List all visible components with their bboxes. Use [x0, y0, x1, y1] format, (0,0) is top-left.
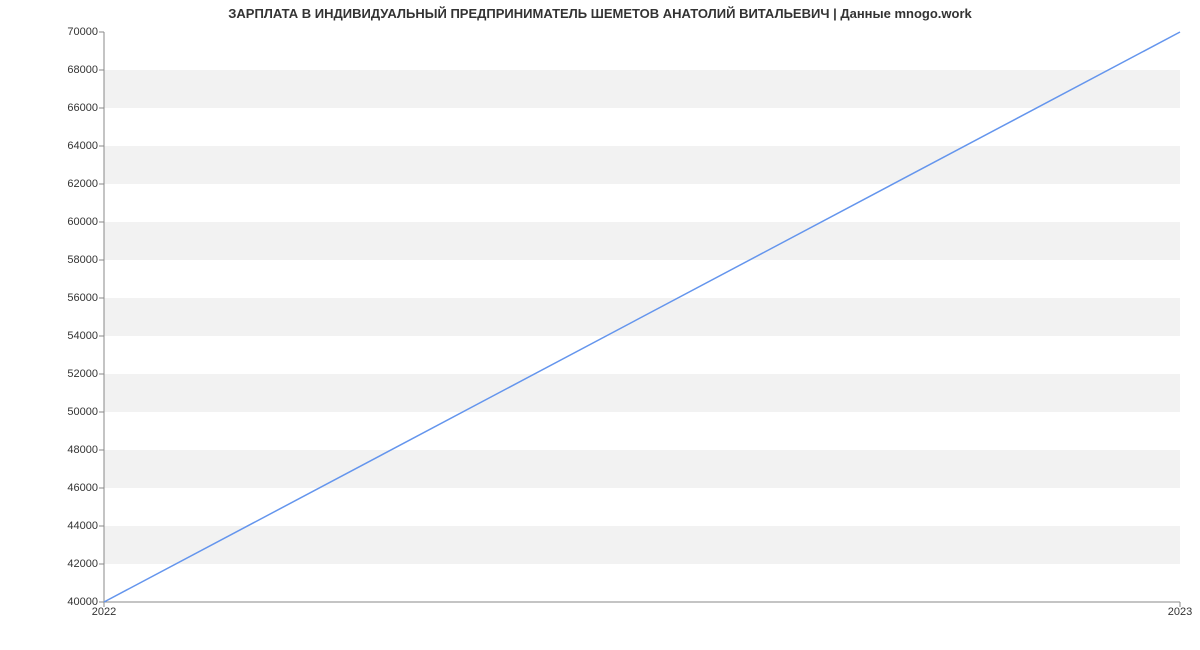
y-tick-label: 60000 [8, 216, 98, 228]
x-tick-label: 2022 [92, 606, 116, 618]
y-tick-label: 42000 [8, 558, 98, 570]
y-tick-label: 56000 [8, 292, 98, 304]
y-tick-label: 40000 [8, 596, 98, 608]
chart-svg [98, 31, 1186, 609]
y-tick-label: 54000 [8, 330, 98, 342]
plot-area [104, 32, 1180, 602]
y-tick-label: 68000 [8, 64, 98, 76]
y-tick-label: 44000 [8, 520, 98, 532]
y-tick-label: 48000 [8, 444, 98, 456]
y-tick-label: 66000 [8, 102, 98, 114]
y-tick-label: 52000 [8, 368, 98, 380]
y-tick-label: 64000 [8, 140, 98, 152]
chart-title: ЗАРПЛАТА В ИНДИВИДУАЛЬНЫЙ ПРЕДПРИНИМАТЕЛ… [0, 6, 1200, 21]
chart-container: ЗАРПЛАТА В ИНДИВИДУАЛЬНЫЙ ПРЕДПРИНИМАТЕЛ… [0, 0, 1200, 650]
y-tick-label: 46000 [8, 482, 98, 494]
y-tick-label: 62000 [8, 178, 98, 190]
y-tick-label: 70000 [8, 26, 98, 38]
x-tick-label: 2023 [1168, 606, 1192, 618]
y-tick-label: 58000 [8, 254, 98, 266]
y-tick-label: 50000 [8, 406, 98, 418]
